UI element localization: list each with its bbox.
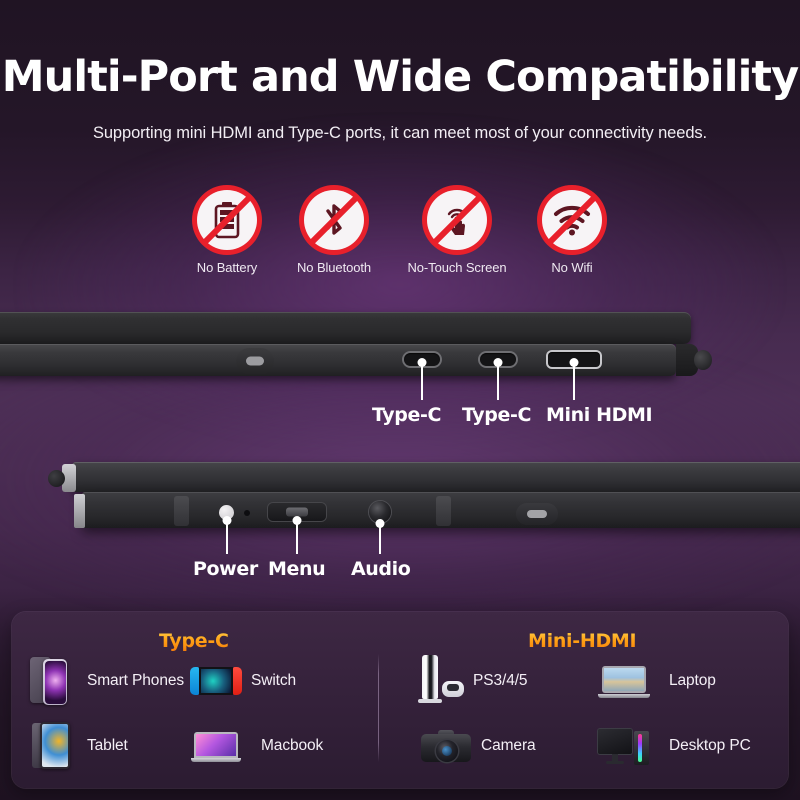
macbook-thumb — [190, 720, 252, 772]
badge-label: No Battery — [196, 260, 258, 275]
leader-line-menu — [292, 516, 302, 554]
feature-exclusion-list: No Battery No Bluetooth No-Touch Screen … — [0, 190, 800, 280]
leader-line-mini-hdmi — [569, 358, 579, 400]
badge-no-touch-screen: No-Touch Screen — [397, 190, 517, 275]
compat-item-macbook: Macbook — [190, 720, 323, 772]
infographic-root: Multi-Port and Wide Compatibility Suppor… — [0, 0, 800, 800]
callout-type-c-2: Type-C — [462, 404, 532, 426]
monitor-foot-right — [436, 496, 451, 526]
tablet-thumb — [26, 720, 78, 772]
compat-item-label: Tablet — [87, 737, 128, 754]
compat-item-switch: Switch — [190, 655, 296, 707]
heading-type-c: Type-C — [159, 630, 229, 652]
heading-mini-hdmi: Mini-HDMI — [528, 630, 637, 652]
monitor-hinge-2 — [516, 503, 558, 525]
badge-no-battery: No Battery — [167, 190, 287, 275]
status-led-icon — [244, 510, 250, 516]
page-title: Multi-Port and Wide Compatibility — [1, 52, 799, 102]
compat-item-laptop: Laptop — [598, 655, 716, 707]
panel-column-divider — [378, 654, 379, 762]
monitor-edge-highlight-2 — [74, 494, 85, 528]
leader-line-type-c-2 — [493, 358, 503, 400]
badge-label: No Wifi — [551, 260, 593, 275]
compat-item-ps3-4-5: PS3/4/5 — [412, 655, 528, 707]
compat-item-label: Camera — [481, 737, 536, 754]
compat-item-label: Laptop — [669, 672, 716, 689]
compat-item-label: Macbook — [261, 737, 324, 754]
callout-audio: Audio — [351, 558, 411, 580]
no-touch-screen-icon — [427, 190, 487, 250]
monitor-hinge — [236, 348, 274, 374]
switch-thumb — [190, 655, 242, 707]
camera-thumb — [420, 720, 472, 772]
badge-label: No Bluetooth — [297, 260, 371, 275]
smartphone-thumb — [26, 655, 78, 707]
monitor-pivot-knob — [694, 350, 712, 370]
page-subtitle: Supporting mini HDMI and Type-C ports, i… — [92, 124, 708, 142]
compat-item-label: Switch — [251, 672, 297, 689]
badge-no-wifi: No Wifi — [512, 190, 632, 275]
ps5-thumb — [412, 655, 464, 707]
monitor-back-panel — [0, 312, 691, 344]
callout-power: Power — [193, 558, 258, 580]
compat-item-tablet: Tablet — [26, 720, 128, 772]
callout-mini-hdmi: Mini HDMI — [546, 404, 653, 426]
callout-type-c-1: Type-C — [372, 404, 442, 426]
compat-item-label: Desktop PC — [669, 737, 751, 754]
badge-no-bluetooth: No Bluetooth — [274, 190, 394, 275]
compat-item-smart-phones: Smart Phones — [26, 655, 184, 707]
laptop-thumb — [598, 655, 660, 707]
leader-line-audio — [375, 519, 385, 554]
no-wifi-icon — [542, 190, 602, 250]
no-bluetooth-icon — [304, 190, 364, 250]
badge-label: No-Touch Screen — [407, 260, 507, 275]
compat-item-label: Smart Phones — [87, 672, 185, 689]
no-battery-icon — [197, 190, 257, 250]
compat-item-desktop-pc: Desktop PC — [598, 720, 751, 772]
compat-item-label: PS3/4/5 — [473, 672, 528, 689]
monitor-back-panel-2 — [72, 462, 800, 492]
monitor-pivot-knob-2 — [48, 470, 65, 487]
monitor-foot-left — [174, 496, 189, 526]
callout-menu: Menu — [268, 558, 326, 580]
leader-line-type-c-1 — [417, 358, 427, 400]
leader-line-power — [222, 516, 232, 554]
desktop-pc-thumb — [598, 720, 660, 772]
compat-item-camera: Camera — [420, 720, 536, 772]
